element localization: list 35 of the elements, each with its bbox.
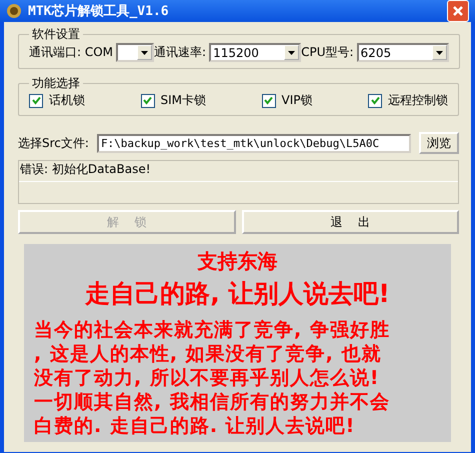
checkbox[interactable] xyxy=(368,94,382,108)
close-button[interactable] xyxy=(447,0,469,22)
field-label: CPU型号: xyxy=(301,44,354,61)
banner-heading: 支持东海 xyxy=(198,248,278,275)
banner-slogan: 走自己的路, 让别人说去吧! xyxy=(85,278,390,310)
field-label: 通讯端口: COM xyxy=(29,44,114,61)
checkbox-label: VIP锁 xyxy=(282,92,312,109)
field-label: 通讯速率: xyxy=(154,44,206,61)
group-title: 软件设置 xyxy=(31,26,81,43)
banner-text: 一切顺其自然, 我相信所有的努力并不会 xyxy=(34,390,390,414)
checkbox-label: SIM卡锁 xyxy=(160,92,206,109)
window-title: MTK芯片解锁工具_V1.6 xyxy=(28,3,170,20)
close-icon xyxy=(452,5,464,17)
field-label: 选择Src文件: xyxy=(18,134,89,152)
checkbox[interactable] xyxy=(262,94,276,108)
dropdown[interactable]: 6205 xyxy=(356,43,449,62)
banner-text: 白费的. 走自己的路. 让别人去说吧! xyxy=(34,414,356,438)
action-button[interactable]: 退 出 xyxy=(242,210,459,234)
log-line: 错误: 初始化DataBase! xyxy=(19,161,458,182)
caret-icon xyxy=(137,45,152,60)
banner-text: 当今的社会本来就充满了竞争, 争强好胜 xyxy=(34,318,390,342)
checkbox[interactable] xyxy=(140,94,154,108)
app-icon xyxy=(6,3,22,19)
caret-icon xyxy=(432,45,447,60)
checkbox[interactable] xyxy=(29,94,43,108)
banner-text: 没有了动力, 所以不要再乎别人怎么说! xyxy=(34,366,380,390)
checkbox-label: 话机锁 xyxy=(49,92,85,109)
group-title: 功能选择 xyxy=(31,75,81,92)
file-path-field[interactable]: F:\backup_work\test_mtk\unlock\Debug\L5A0C xyxy=(96,134,411,152)
banner-text: , 这是人的本性, 如果没有了竞争, 也就 xyxy=(34,342,382,366)
checkbox-label: 远程控制锁 xyxy=(388,92,448,109)
dropdown[interactable]: 115200 xyxy=(209,43,302,62)
dropdown[interactable] xyxy=(116,43,154,62)
browse-button[interactable]: 浏览 xyxy=(419,132,459,154)
caret-icon xyxy=(284,45,300,60)
